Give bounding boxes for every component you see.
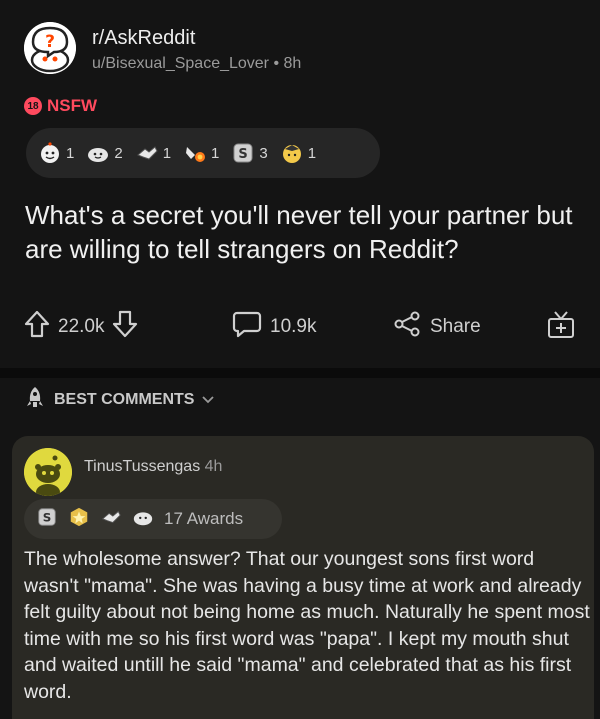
sort-comments-button[interactable]: BEST COMMENTS	[24, 385, 215, 414]
svg-text:?: ?	[45, 32, 55, 52]
award-count: 1	[307, 144, 317, 162]
nsfw-label: NSFW	[47, 96, 98, 115]
sort-label: BEST COMMENTS	[54, 390, 195, 408]
fist-bump-award-icon	[183, 141, 207, 165]
rocket-icon	[24, 385, 46, 414]
gold-award-icon	[68, 506, 90, 533]
nsfw-tag: 18 NSFW	[24, 96, 97, 116]
comments-button[interactable]: 10.9k	[232, 305, 316, 349]
comment-count: 10.9k	[270, 316, 317, 337]
helpful-award-icon	[132, 506, 154, 533]
section-divider	[0, 368, 600, 378]
comment-body: The wholesome answer? That our youngest …	[24, 548, 590, 703]
comment-author[interactable]: TinusTussengas	[84, 458, 200, 475]
subreddit-name[interactable]: r/AskReddit	[92, 27, 195, 50]
nsfw-18-badge: 18	[24, 97, 42, 115]
award-hug[interactable]: 1	[135, 141, 171, 165]
subreddit-avatar[interactable]: ?	[24, 22, 76, 74]
comment-age: 4h	[204, 458, 223, 475]
comment-bubble-icon	[232, 310, 262, 344]
share-icon	[392, 310, 422, 344]
award-count: 1	[211, 144, 220, 162]
svg-text:S: S	[43, 510, 52, 524]
post-header: ? r/AskReddit u/Bisexual_Space_Lover • 8…	[0, 0, 600, 380]
award-silver[interactable]: S 3	[231, 141, 268, 165]
post-age: 8h	[283, 55, 302, 72]
award-count: 3	[259, 144, 268, 162]
silver-award-icon: S	[231, 141, 255, 165]
award-count: 1	[66, 144, 75, 162]
award-helpful[interactable]: 2	[86, 141, 123, 165]
share-button[interactable]: Share	[392, 305, 481, 349]
post-title[interactable]: What's a secret you'll never tell your p…	[25, 198, 585, 266]
post-awards-bar[interactable]: 1 2 1 1 S 3 1	[26, 128, 380, 178]
take-my-energy-award-icon	[280, 141, 304, 165]
award-fist-bump[interactable]: 1	[183, 141, 219, 165]
commenter-avatar[interactable]	[24, 448, 72, 496]
upvote-icon[interactable]	[24, 310, 50, 344]
comment-card: TinusTussengas 4h S 17 Awards The wholes…	[12, 436, 594, 719]
give-award-button[interactable]	[546, 305, 576, 349]
snoo-avatar-icon	[24, 448, 72, 496]
gift-award-icon	[546, 308, 576, 346]
upvote-count: 22.0k	[58, 316, 105, 337]
comment-meta: TinusTussengas 4h	[84, 458, 222, 476]
silver-award-icon: S	[36, 506, 58, 533]
askreddit-snoo-icon: ?	[24, 22, 76, 74]
hug-award-icon	[135, 141, 159, 165]
award-energy[interactable]: 1	[280, 141, 316, 165]
hug-award-icon	[100, 506, 122, 533]
award-wholesome[interactable]: 1	[38, 141, 74, 165]
awards-count-label: 17 Awards	[164, 509, 244, 528]
post-actions-bar: 22.0k 10.9k Share	[0, 305, 600, 349]
meta-separator: •	[273, 55, 280, 72]
post-author[interactable]: u/Bisexual_Space_Lover	[92, 55, 269, 72]
award-count: 1	[162, 144, 172, 162]
post-meta: u/Bisexual_Space_Lover • 8h	[92, 55, 301, 73]
wholesome-award-icon	[38, 141, 62, 165]
downvote-icon[interactable]	[112, 310, 138, 344]
vote-group: 22.0k	[24, 305, 138, 349]
share-label: Share	[430, 316, 481, 337]
chevron-down-icon	[202, 391, 215, 409]
comment-awards-bar[interactable]: S 17 Awards	[24, 499, 282, 539]
helpful-award-icon	[86, 141, 110, 165]
award-count: 2	[114, 144, 123, 162]
svg-text:S: S	[239, 147, 248, 162]
